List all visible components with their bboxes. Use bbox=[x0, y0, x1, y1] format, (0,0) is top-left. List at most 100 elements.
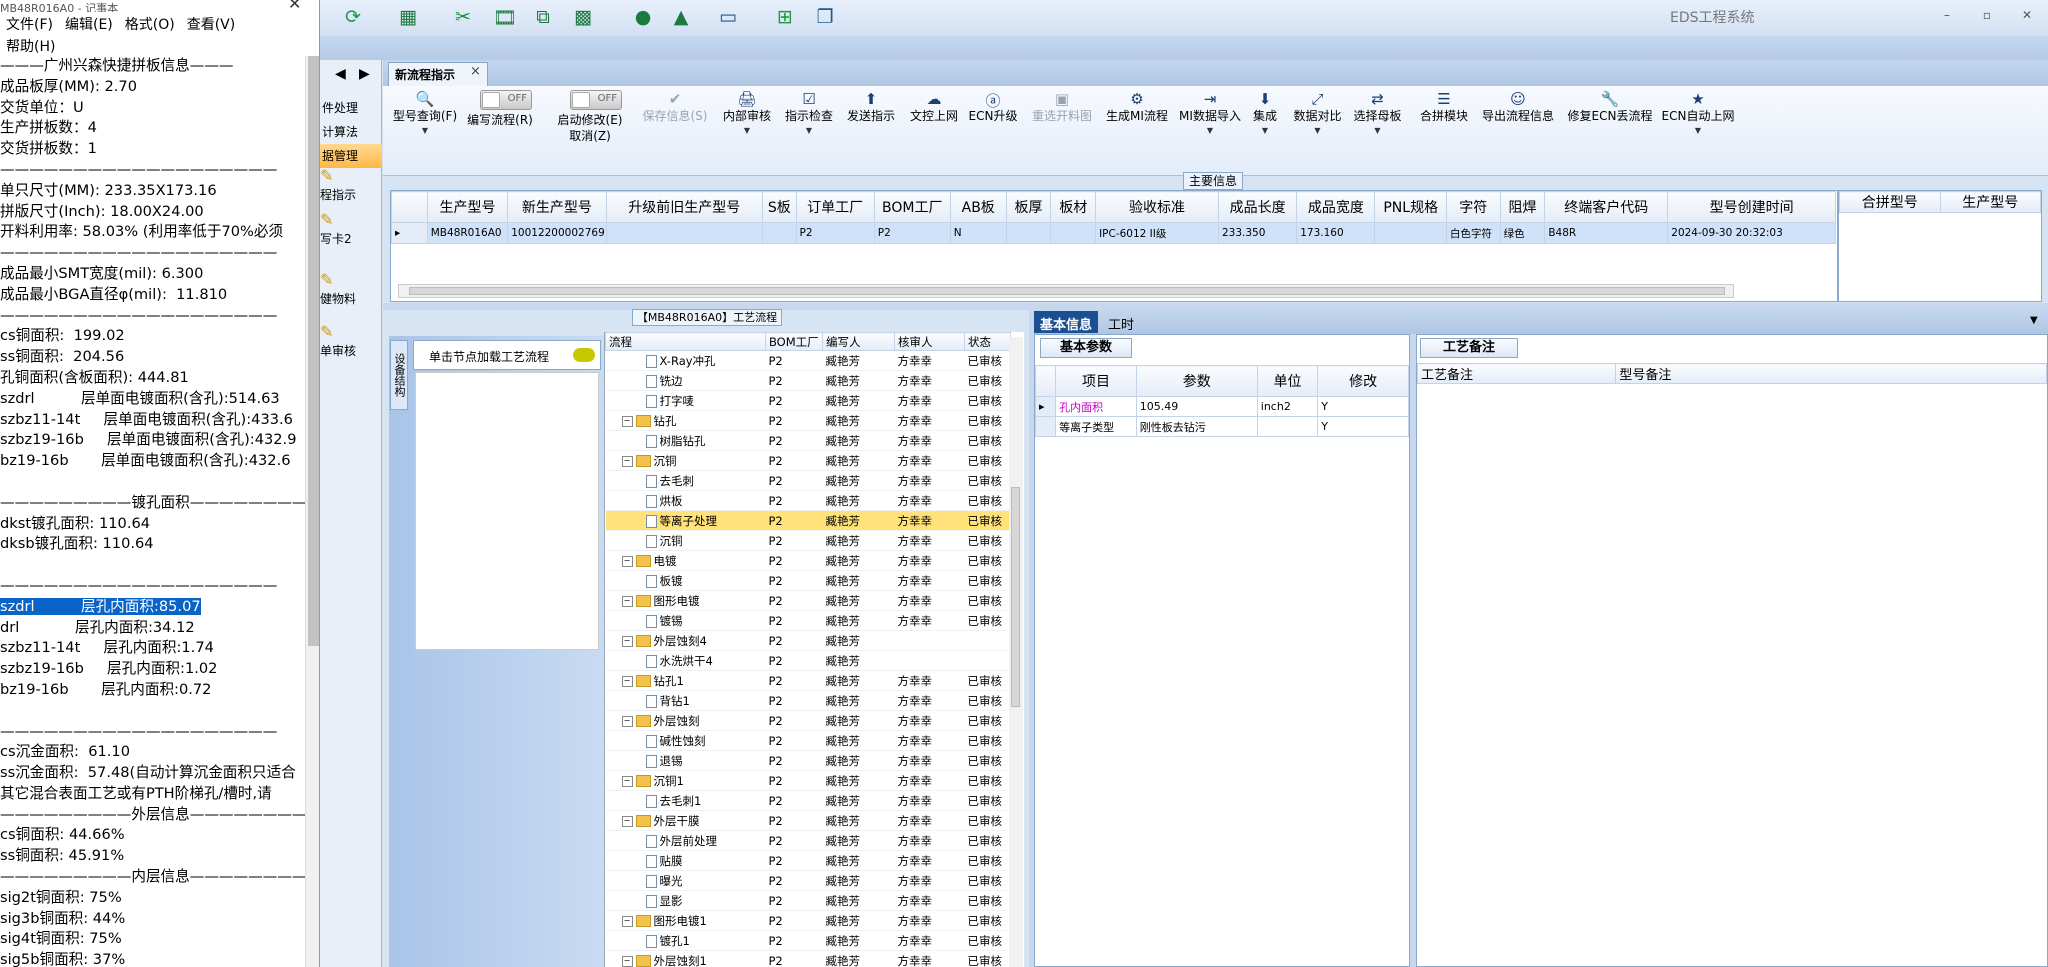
table-cell[interactable] bbox=[605, 222, 764, 244]
column-header[interactable]: 阻焊 bbox=[1499, 191, 1546, 223]
collapse-icon[interactable]: − bbox=[621, 415, 633, 427]
toolbar-button[interactable]: OFF 启动修改(E) 取消(Z) bbox=[550, 90, 630, 170]
menu-item[interactable]: 查看(V) bbox=[187, 14, 236, 34]
column-header[interactable]: 单位 bbox=[1256, 365, 1319, 397]
toolbar-button[interactable]: ⓐ ECN升级 bbox=[968, 90, 1018, 170]
tree-node[interactable]: 背钻1 bbox=[605, 690, 766, 711]
dropdown-arrow-icon[interactable]: ▼ bbox=[717, 124, 777, 138]
collapse-icon[interactable]: − bbox=[621, 715, 633, 727]
collapse-icon[interactable]: − bbox=[621, 915, 633, 927]
column-header[interactable]: 成品长度 bbox=[1217, 191, 1298, 223]
toolbar-button[interactable]: ★ ECN自动上网 ▼ bbox=[1658, 90, 1738, 170]
tab-close-icon[interactable]: × bbox=[470, 64, 481, 79]
column-header[interactable]: 型号备注 bbox=[1615, 363, 2047, 384]
param-value[interactable]: 刚性板去钻污 bbox=[1135, 416, 1258, 437]
column-header[interactable]: 合拼型号 bbox=[1839, 191, 1941, 213]
table-row[interactable]: 水洗烘干4 P2 臧艳芳 bbox=[605, 650, 1011, 671]
table-cell[interactable] bbox=[1374, 222, 1447, 244]
table-cell[interactable]: 233.350 bbox=[1217, 222, 1298, 244]
tree-node[interactable]: 板镀 bbox=[605, 570, 766, 591]
nav-sub-item[interactable]: 写卡2 bbox=[320, 230, 382, 247]
user-icon[interactable]: ● bbox=[630, 6, 656, 32]
toolbar-button[interactable]: 🖨 内部审核 ▼ bbox=[717, 90, 777, 170]
tree-node[interactable]: 曝光 bbox=[605, 870, 766, 891]
dropdown-arrow-icon[interactable]: ▼ bbox=[1350, 124, 1405, 138]
nav-forward-arrow-icon[interactable]: ▶ bbox=[359, 66, 370, 82]
dropdown-arrow-icon[interactable]: ▼ bbox=[1175, 124, 1245, 138]
column-header[interactable]: 升级前旧生产型号 bbox=[605, 191, 764, 223]
collapse-icon[interactable]: − bbox=[621, 635, 633, 647]
table-row[interactable]: 曝光 P2 臧艳芳 方幸幸 已审核 bbox=[605, 870, 1011, 891]
table-cell[interactable]: MB48R016A0 bbox=[426, 222, 509, 244]
table-icon[interactable]: ▦ bbox=[395, 6, 421, 32]
table-cell[interactable]: 10012200002769 bbox=[507, 222, 607, 244]
menu-item[interactable]: 编辑(E) bbox=[65, 14, 113, 34]
table-row[interactable]: 沉铜 P2 臧艳芳 方幸幸 已审核 bbox=[605, 530, 1011, 551]
table-row[interactable]: 铣边 P2 臧艳芳 方幸幸 已审核 bbox=[605, 370, 1011, 391]
nav-item[interactable]: 计算法 bbox=[320, 120, 382, 144]
table-row[interactable]: 去毛刺1 P2 臧艳芳 方幸幸 已审核 bbox=[605, 790, 1011, 811]
toolbar-button[interactable]: ⤢ 数据对比 ▼ bbox=[1290, 90, 1345, 170]
tab-basic-info[interactable]: 基本信息 bbox=[1034, 311, 1098, 333]
param-value[interactable]: 105.49 bbox=[1135, 396, 1258, 417]
toggle-switch[interactable]: OFF bbox=[465, 90, 535, 112]
close-button[interactable]: ✕ bbox=[2018, 8, 2036, 24]
tree-node[interactable]: 镀锡 bbox=[605, 610, 766, 631]
collapse-icon[interactable]: − bbox=[621, 455, 633, 467]
table-row[interactable]: − 沉铜 P2 臧艳芳 方幸幸 已审核 bbox=[605, 450, 1011, 471]
column-header[interactable]: S板 bbox=[762, 191, 797, 223]
collapse-icon[interactable]: − bbox=[621, 675, 633, 687]
tree-node[interactable]: 外层前处理 bbox=[605, 830, 766, 851]
nav-item[interactable]: 据管理 bbox=[320, 144, 382, 168]
table-row[interactable]: 等离子类型 刚性板去钻污 Y bbox=[1034, 416, 1409, 437]
table-cell[interactable]: 绿色 bbox=[1499, 222, 1546, 244]
tree-node[interactable]: − 外层蚀刻1 bbox=[605, 950, 766, 967]
param-modify[interactable]: Y bbox=[1317, 396, 1409, 417]
table-row[interactable]: ▸ 孔内面积 105.49 inch2 Y bbox=[1034, 396, 1409, 417]
monitor-icon[interactable]: ▭ bbox=[715, 6, 741, 32]
table-cell[interactable]: P2 bbox=[873, 222, 951, 244]
column-header[interactable]: 修改 bbox=[1317, 365, 1409, 397]
scissors-icon[interactable]: ✂ bbox=[450, 6, 476, 32]
table-row[interactable]: 背钻1 P2 臧艳芳 方幸幸 已审核 bbox=[605, 690, 1011, 711]
film-icon[interactable]: 🎞 bbox=[492, 6, 518, 32]
close-icon[interactable]: ✕ bbox=[288, 0, 308, 13]
collapse-icon[interactable]: − bbox=[621, 815, 633, 827]
table-row[interactable]: − 外层干膜 P2 臧艳芳 方幸幸 已审核 bbox=[605, 810, 1011, 831]
table-cell[interactable]: N bbox=[949, 222, 1007, 244]
table-row[interactable]: 镀锡 P2 臧艳芳 方幸幸 已审核 bbox=[605, 610, 1011, 631]
table-row[interactable]: 退锡 P2 臧艳芳 方幸幸 已审核 bbox=[605, 750, 1011, 771]
table-cell[interactable]: 2024-09-30 20:32:03 bbox=[1667, 222, 1836, 244]
toolbar-button[interactable]: ☁ 文控上网 bbox=[905, 90, 963, 170]
toolbar-button[interactable]: ⬆ 发送指示 bbox=[842, 90, 900, 170]
scrollbar-thumb[interactable] bbox=[409, 287, 1725, 295]
table-row[interactable]: − 钻孔1 P2 臧艳芳 方幸幸 已审核 bbox=[605, 670, 1011, 691]
column-header[interactable]: 编写人 bbox=[822, 332, 895, 351]
table-row[interactable]: 镀孔1 P2 臧艳芳 方幸幸 已审核 bbox=[605, 930, 1011, 951]
column-header[interactable]: 板厚 bbox=[1005, 191, 1052, 223]
tree-node[interactable]: 去毛刺 bbox=[605, 470, 766, 491]
table-row[interactable]: 去毛刺 P2 臧艳芳 方幸幸 已审核 bbox=[605, 470, 1011, 491]
tree-node[interactable]: 等离子处理 bbox=[605, 510, 766, 531]
table-row[interactable]: 显影 P2 臧艳芳 方幸幸 已审核 bbox=[605, 890, 1011, 911]
table-row[interactable]: − 图形电镀1 P2 臧艳芳 方幸幸 已审核 bbox=[605, 910, 1011, 931]
nav-back-arrow-icon[interactable]: ◀ bbox=[335, 66, 346, 82]
column-header[interactable]: 项目 bbox=[1055, 365, 1137, 397]
copy-icon[interactable]: ⧉ bbox=[530, 6, 556, 32]
param-modify[interactable]: Y bbox=[1317, 416, 1409, 437]
dropdown-arrow-icon[interactable]: ▼ bbox=[1250, 124, 1280, 138]
column-header[interactable]: 成品宽度 bbox=[1296, 191, 1376, 223]
column-header[interactable]: AB板 bbox=[949, 191, 1007, 223]
toolbar-button[interactable]: ☑ 指示检查 ▼ bbox=[780, 90, 838, 170]
tree-node[interactable]: − 图形电镀1 bbox=[605, 910, 766, 931]
table-cell[interactable]: B48R bbox=[1544, 222, 1669, 244]
tree-node[interactable]: − 外层蚀刻4 bbox=[605, 630, 766, 651]
table-row[interactable]: 烘板 P2 臧艳芳 方幸幸 已审核 bbox=[605, 490, 1011, 511]
tree-node[interactable]: − 图形电镀 bbox=[605, 590, 766, 611]
column-header[interactable]: 流程 bbox=[605, 332, 766, 351]
tree-node[interactable]: 碱性蚀刻 bbox=[605, 730, 766, 751]
tree-node[interactable]: − 电镀 bbox=[605, 550, 766, 571]
toggle-switch[interactable]: OFF bbox=[550, 90, 630, 112]
table-cell[interactable]: P2 bbox=[795, 222, 875, 244]
column-header[interactable]: 状态 bbox=[964, 332, 1011, 351]
